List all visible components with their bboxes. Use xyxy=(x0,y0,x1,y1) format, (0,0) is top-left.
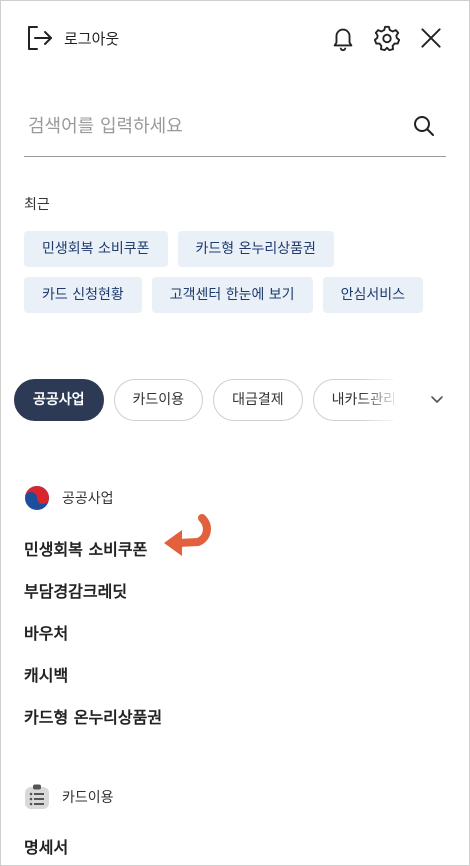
menu-item[interactable]: 명세서 xyxy=(24,834,68,858)
header-actions xyxy=(328,20,446,56)
search-icon[interactable] xyxy=(412,114,436,138)
tab-payment[interactable]: 대금결제 xyxy=(213,379,303,421)
section-header-card-usage: 카드이용 xyxy=(24,784,114,810)
bell-icon[interactable] xyxy=(328,23,358,53)
menu-item[interactable]: 캐시백 xyxy=(24,662,68,686)
close-icon[interactable] xyxy=(416,23,446,53)
tab-public-project[interactable]: 공공사업 xyxy=(14,379,104,421)
menu-item[interactable]: 부담경감크레딧 xyxy=(24,578,127,602)
recent-chip[interactable]: 카드형 온누리상품권 xyxy=(177,231,334,267)
recent-chips: 민생회복 소비쿠폰 카드형 온누리상품권 카드 신청현황 고객센터 한눈에 보기… xyxy=(24,231,444,313)
section-header-public: 공공사업 xyxy=(24,485,114,511)
search-input[interactable] xyxy=(24,104,402,148)
recent-chip[interactable]: 민생회복 소비쿠폰 xyxy=(24,231,168,267)
gear-icon[interactable] xyxy=(372,23,402,53)
recent-title: 최근 xyxy=(24,197,50,213)
arrow-icon xyxy=(164,514,211,556)
logout-button[interactable]: 로그아웃 xyxy=(24,20,119,56)
menu-item[interactable]: 카드형 온누리상품권 xyxy=(24,704,162,728)
card-usage-icon xyxy=(25,784,49,809)
recent-chip[interactable]: 안심서비스 xyxy=(322,277,423,313)
category-tabs: 공공사업 카드이용 대금결제 내카드관리 xyxy=(14,379,394,421)
logout-icon xyxy=(28,26,52,50)
menu-item[interactable]: 민생회복 소비쿠폰 xyxy=(24,536,147,560)
tab-card-usage[interactable]: 카드이용 xyxy=(113,379,204,421)
header: 로그아웃 xyxy=(24,20,446,56)
menu-item[interactable]: 바우처 xyxy=(24,620,68,644)
recent-chip[interactable]: 카드 신청현황 xyxy=(24,277,142,313)
search-bar xyxy=(24,104,446,157)
tabs-fade xyxy=(360,379,400,421)
section-title: 카드이용 xyxy=(62,790,114,806)
chevron-down-icon[interactable] xyxy=(426,388,448,410)
section-title: 공공사업 xyxy=(62,491,114,507)
taegeuk-icon xyxy=(25,486,49,510)
logout-label: 로그아웃 xyxy=(64,29,120,48)
recent-chip[interactable]: 고객센터 한눈에 보기 xyxy=(151,277,313,313)
